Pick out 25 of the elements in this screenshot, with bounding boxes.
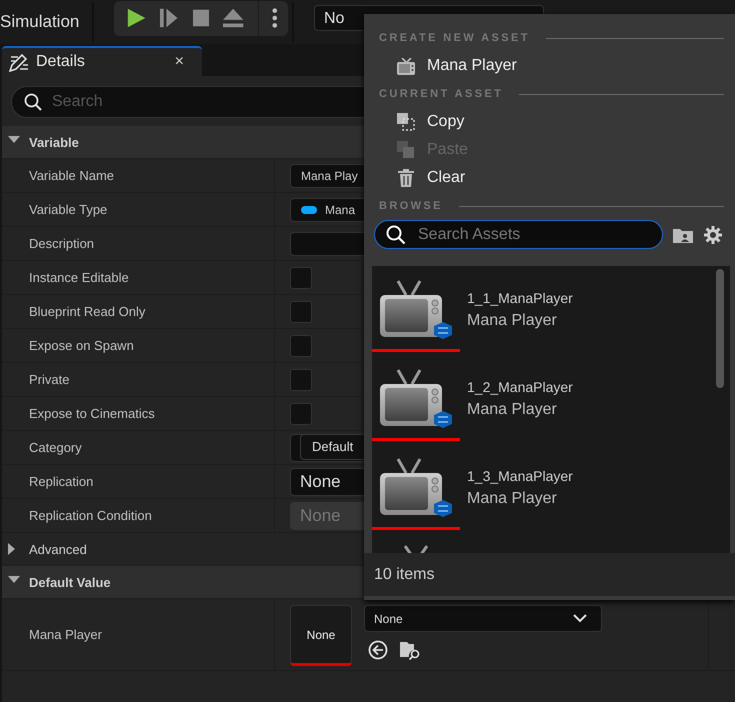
asset-type: Mana Player — [467, 312, 558, 330]
asset-name: 1_3_ManaPlayer — [467, 468, 573, 484]
property-label: Private — [29, 372, 70, 387]
asset-name: 1_1_ManaPlayer — [467, 290, 573, 306]
property-label: Blueprint Read Only — [29, 304, 146, 319]
property-label: Mana Player — [29, 627, 102, 642]
property-label: Replication Condition — [29, 508, 152, 523]
property-label: Variable Type — [29, 202, 108, 217]
property-label: Expose on Spawn — [29, 338, 134, 353]
property-label: Instance Editable — [29, 270, 129, 285]
section-heading: CREATE NEW ASSET — [379, 32, 530, 44]
property-label: Category — [29, 440, 82, 455]
section-heading: CURRENT ASSET — [379, 88, 504, 100]
property-label: Variable Name — [29, 168, 114, 183]
property-label: Description — [29, 236, 94, 251]
property-label: Replication — [29, 474, 94, 489]
property-label: Expose to Cinematics — [29, 406, 155, 421]
section-heading: BROWSE — [379, 200, 443, 212]
tab-title: Details — [36, 53, 86, 71]
item-count: 10 items — [374, 566, 434, 584]
asset-type: Mana Player — [467, 490, 558, 508]
asset-name: 1_2_ManaPlayer — [467, 379, 573, 395]
type-name: Mana — [325, 202, 356, 216]
asset-name: None — [374, 612, 403, 626]
asset-type: Mana Player — [467, 401, 558, 419]
